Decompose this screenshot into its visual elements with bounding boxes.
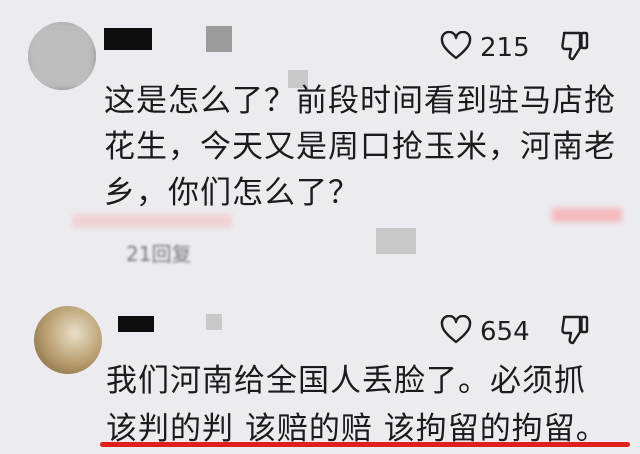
- like-button[interactable]: 654: [440, 314, 530, 349]
- avatar[interactable]: [28, 22, 96, 90]
- comment-actions: 215: [440, 30, 590, 66]
- divider: [72, 214, 232, 228]
- redaction-pixel: [206, 26, 232, 52]
- redaction-pixel: [206, 314, 222, 330]
- thumbs-down-icon: [560, 314, 590, 350]
- red-underline: [100, 442, 630, 447]
- redaction-pixel: [376, 228, 416, 254]
- comment-1: 215 这是怎么了？前段时间看到驻马店抢 花生，今天又是周口抢玉米，河南老 乡，…: [0, 0, 640, 290]
- like-button[interactable]: 215: [440, 30, 530, 65]
- like-count: 654: [480, 317, 530, 347]
- avatar[interactable]: [34, 306, 102, 374]
- comment-2: 654 我们河南给全国人丢脸了。必须抓 该判的判 该赔的赔 该拘留的拘留。: [0, 290, 640, 454]
- thumbs-down-icon: [560, 30, 590, 66]
- like-count: 215: [480, 33, 530, 63]
- comment-text: 这是怎么了？前段时间看到驻马店抢 花生，今天又是周口抢玉米，河南老 乡，你们怎么…: [104, 83, 616, 211]
- heart-outline-icon: [440, 30, 472, 65]
- dislike-button[interactable]: [560, 314, 590, 350]
- dislike-button[interactable]: [560, 30, 590, 66]
- username-redacted[interactable]: [104, 28, 152, 50]
- heart-outline-icon: [440, 314, 472, 349]
- comment-actions: 654: [440, 314, 590, 350]
- username-redacted[interactable]: [118, 316, 154, 332]
- divider: [552, 208, 622, 222]
- reply-count[interactable]: 21回复: [126, 238, 191, 267]
- comment-text-line-1: 我们河南给全国人丢脸了。必须抓: [106, 363, 586, 399]
